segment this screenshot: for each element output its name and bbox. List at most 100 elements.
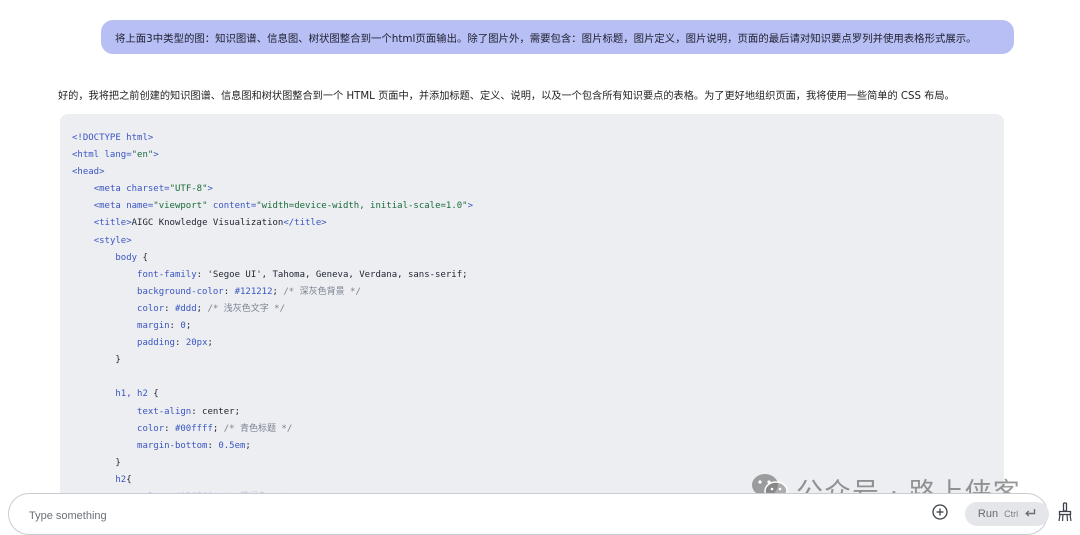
message-input-bar: Run Ctrl (8, 493, 1049, 535)
code-token: #121212 (234, 286, 273, 297)
code-token: ; (212, 423, 224, 434)
code-line: color: #ddd; /* 浅灰色文字 */ (72, 301, 473, 318)
code-token: font-family (137, 269, 197, 280)
code-block: <!DOCTYPE html> <html lang="en"> <head> <m… (60, 114, 1004, 504)
code-token: body (115, 252, 138, 263)
code-token: margin (137, 321, 170, 332)
code-token: > (467, 201, 474, 212)
code-token: /* 浅灰色文字 */ (207, 303, 286, 314)
code-token: "width=device-width, initial-scale=1.0" (256, 201, 468, 212)
code-token: : (164, 423, 175, 434)
code-token: margin-bottom (137, 440, 208, 451)
code-token: h2 (115, 474, 127, 485)
code-token: ; (245, 440, 251, 451)
code-line: color: #00ffff; /* 青色标题 */ (72, 421, 473, 438)
code-token: charset= (126, 184, 170, 195)
code-token: </title> (283, 218, 327, 229)
chat-page: 将上面3中类型的图：知识图谱、信息图、树状图整合到一个html页面输出。除了图片… (0, 0, 1080, 535)
code-line: <style> (72, 233, 473, 250)
code-token: text-align (137, 406, 192, 417)
enter-key-icon (1024, 508, 1036, 521)
code-token: ; (272, 286, 284, 297)
code-line: margin-bottom: 0.5em; (72, 438, 473, 455)
code-token: <meta (93, 201, 127, 212)
code-token: : (164, 303, 175, 314)
code-token: > (153, 150, 159, 161)
code-token: 0.5em (218, 440, 246, 451)
code-token: h1, h2 (115, 389, 148, 400)
code-line: <meta name="viewport" content="width=dev… (72, 198, 473, 215)
code-lines: <!DOCTYPE html> <html lang="en"> <head> <m… (72, 130, 473, 504)
code-line: h2{ (72, 472, 473, 489)
code-token: : (169, 321, 181, 332)
code-token: <html (72, 150, 105, 161)
code-token: : center; (191, 406, 240, 417)
code-token: { (147, 389, 159, 400)
add-button[interactable] (930, 504, 950, 524)
code-token: ; (196, 303, 208, 314)
user-message-text: 将上面3中类型的图：知识图谱、信息图、树状图整合到一个html页面输出。除了图片… (115, 32, 977, 45)
code-token: : 'Segoe UI', Tahoma, Geneva, Verdana, s… (196, 269, 468, 280)
code-token: 20px (185, 338, 208, 349)
code-token: "en" (131, 150, 154, 161)
code-token: { (126, 474, 132, 485)
code-token: <!DOCTYPE html> (72, 133, 154, 143)
run-button[interactable]: Run Ctrl (965, 502, 1049, 526)
code-token: ; (185, 321, 192, 332)
message-input[interactable] (27, 506, 831, 526)
code-token: name= (126, 201, 154, 212)
code-line: font-family: 'Segoe UI', Tahoma, Geneva,… (72, 267, 473, 284)
code-token: #ddd (174, 303, 197, 314)
code-token: } (72, 355, 121, 366)
code-line: <head> (72, 164, 473, 181)
code-token: } (72, 457, 121, 468)
code-token: /* 深灰色背景 */ (283, 286, 361, 297)
code-line: <html lang="en"> (72, 147, 473, 164)
code-token: lang= (104, 150, 132, 161)
code-line: <meta charset="UTF-8"> (72, 181, 473, 198)
code-token: > (207, 184, 213, 195)
code-line: margin: 0; (72, 318, 473, 335)
code-token: { (137, 252, 148, 263)
clear-chat-button[interactable] (1055, 502, 1075, 526)
code-token: <title> (93, 218, 132, 229)
code-line: text-align: center; (72, 404, 473, 421)
code-token: <meta (93, 184, 127, 195)
code-token: "viewport" (153, 201, 213, 212)
assistant-response-text: 好的，我将把之前创建的知识图谱、信息图和树状图整合到一个 HTML 页面中，并添… (58, 91, 955, 102)
code-token: content= (212, 201, 257, 212)
code-line: body { (72, 250, 473, 267)
code-token: "UTF-8" (169, 184, 208, 195)
code-token: padding (137, 338, 175, 349)
code-token: color (137, 423, 165, 434)
code-token: <head> (72, 167, 105, 178)
code-token: <style> (93, 235, 132, 246)
brush-icon (1057, 502, 1073, 526)
code-token: ; (207, 338, 213, 349)
code-token: : (174, 338, 186, 349)
user-message-bubble: 将上面3中类型的图：知识图谱、信息图、树状图整合到一个html页面输出。除了图片… (101, 20, 1014, 54)
code-token: background-color (137, 286, 224, 297)
code-line: <!DOCTYPE html> (72, 130, 473, 147)
code-line: } (72, 352, 473, 369)
code-line: background-color: #121212; /* 深灰色背景 */ (72, 284, 473, 301)
code-token: : (223, 286, 235, 297)
add-circle-icon (932, 504, 948, 524)
code-token: /* 青色标题 */ (223, 423, 293, 434)
code-line: padding: 20px; (72, 335, 473, 352)
code-token: : (207, 440, 219, 451)
